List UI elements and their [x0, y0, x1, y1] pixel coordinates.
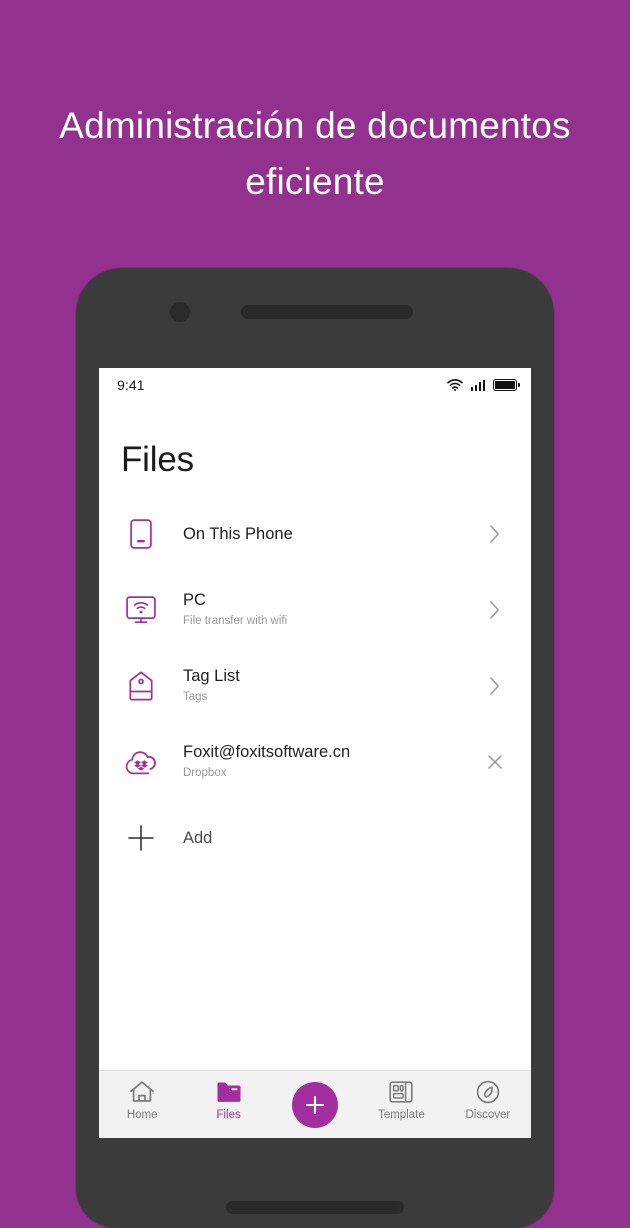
home-icon	[129, 1080, 155, 1104]
page-headline: Administración de documentos eficiente	[59, 105, 571, 202]
tab-template[interactable]: Template	[358, 1071, 444, 1122]
status-bar-time: 9:41	[117, 377, 145, 393]
home-indicator-bar	[226, 1201, 404, 1214]
phone-device-mockup: 9:41 Files On This Phone PC File transfe…	[76, 268, 554, 1228]
phone-screen: 9:41 Files On This Phone PC File transfe…	[99, 368, 531, 1138]
list-item-text: Tag List Tags	[161, 666, 481, 706]
tab-create-button[interactable]	[272, 1071, 358, 1128]
chevron-right-icon[interactable]	[481, 676, 509, 696]
cellular-signal-icon	[470, 379, 485, 391]
status-bar-icons	[446, 379, 520, 391]
front-camera-dot	[170, 302, 190, 322]
list-item-title: Tag List	[183, 667, 240, 685]
dropbox-cloud-icon	[121, 748, 161, 776]
chevron-right-icon[interactable]	[481, 524, 509, 544]
tab-label: Template	[378, 1109, 425, 1121]
files-list: On This Phone PC File transfer with wifi…	[99, 496, 531, 1070]
phone-icon	[121, 519, 161, 549]
tab-label: Files	[216, 1109, 241, 1121]
list-item-subtitle: Dropbox	[183, 767, 227, 779]
list-item-title: Foxit@foxitsoftware.cn	[183, 743, 351, 761]
chevron-right-icon[interactable]	[481, 600, 509, 620]
list-item-pc[interactable]: PC File transfer with wifi	[99, 572, 531, 648]
list-item-on-this-phone[interactable]: On This Phone	[99, 496, 531, 572]
wifi-icon	[446, 379, 463, 391]
list-item-text: Foxit@foxitsoftware.cn Dropbox	[161, 742, 481, 782]
tab-label: Discover	[465, 1109, 511, 1121]
list-item-title: Add	[183, 828, 213, 847]
plus-icon[interactable]	[292, 1082, 339, 1128]
tag-icon	[121, 671, 161, 701]
list-item-add[interactable]: Add	[99, 800, 531, 876]
bottom-tab-bar: Home Files Template Discover	[99, 1070, 531, 1138]
list-item-tag-list[interactable]: Tag List Tags	[99, 648, 531, 724]
list-item-title: PC	[183, 591, 206, 609]
tab-label: Home	[126, 1109, 158, 1121]
close-icon[interactable]	[481, 753, 509, 771]
status-bar: 9:41	[99, 368, 531, 402]
battery-icon	[493, 379, 520, 391]
list-item-text: PC File transfer with wifi	[161, 590, 481, 630]
tab-home[interactable]: Home	[99, 1071, 185, 1122]
list-item-subtitle: File transfer with wifi	[183, 615, 288, 627]
tab-discover[interactable]: Discover	[445, 1071, 531, 1122]
template-icon	[389, 1080, 414, 1104]
page-title: Files	[121, 440, 194, 479]
folder-icon	[216, 1080, 242, 1104]
earpiece-speaker	[241, 305, 413, 319]
list-item-subtitle: Tags	[183, 691, 208, 703]
monitor-wifi-icon	[121, 596, 161, 624]
compass-icon	[476, 1080, 500, 1104]
list-item-dropbox-account[interactable]: Foxit@foxitsoftware.cn Dropbox	[99, 724, 531, 800]
list-item-text: On This Phone	[161, 524, 481, 545]
list-item-text: Add	[161, 828, 481, 849]
tab-files[interactable]: Files	[185, 1071, 271, 1122]
list-item-title: On This Phone	[183, 524, 293, 543]
plus-icon	[121, 824, 161, 852]
